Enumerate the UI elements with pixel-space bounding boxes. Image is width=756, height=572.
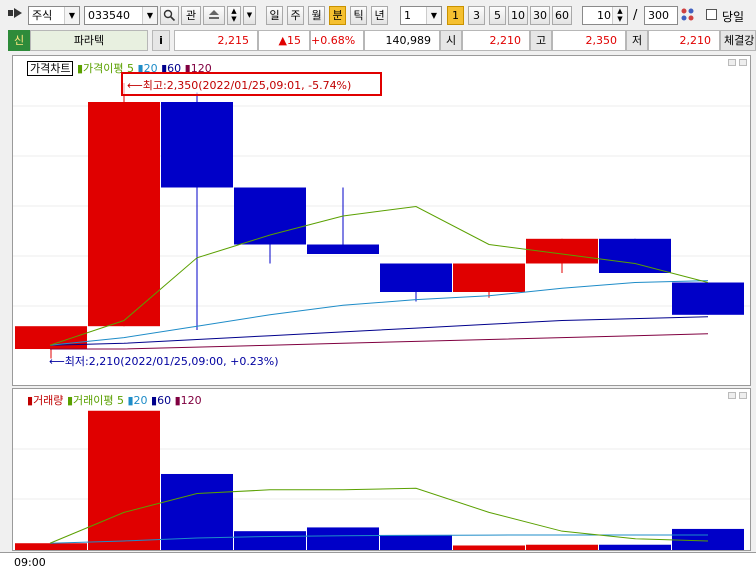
stock-name[interactable]: 파라텍 [30,30,148,51]
open-label: 시 [440,30,462,51]
updown-spinner[interactable]: ▲ ▼ [227,6,241,25]
volume-legend: ▮거래량 ▮거래이평 5 ▮20 ▮60 ▮120 [27,394,202,407]
minute-10-button[interactable]: 10 [508,6,528,25]
info-button[interactable]: i [152,30,170,51]
volume-bar [380,534,452,550]
minute-5-button[interactable]: 5 [489,6,506,25]
high-value: 2,350 [552,30,626,51]
count-input[interactable]: 10 ▲ ▼ [582,6,628,25]
low-annotation-text: 최저:2,210(2022/01/25,09:00, +0.23%) [64,355,279,368]
legend-price-chart[interactable]: 가격차트 [27,61,74,76]
candle-body [599,238,671,273]
low-label: 저 [626,30,648,51]
volume-bar [88,410,160,550]
volume-bar [307,527,379,550]
link-icon[interactable] [8,6,24,20]
volume-bar [672,528,744,550]
volume-chart-panel[interactable]: ▮거래량 ▮거래이평 5 ▮20 ▮60 ▮120 [12,388,751,551]
minimize-icon[interactable] [728,392,736,399]
total-value: 300 [648,9,669,22]
price-chart-panel[interactable]: 가격차트 ▮가격이평 5 ▮20 ▮60 ▮120 ⟵최고:2,350(2022… [12,55,751,386]
legend-vol-ma20[interactable]: 20 [134,394,148,407]
code-value: 033540 [88,9,130,22]
period-tick[interactable]: 틱 [350,6,367,25]
low-annotation: ⟵최저:2,210(2022/01/25,09:00, +0.23%) [49,355,279,368]
chevron-down-icon[interactable]: ▼ [426,7,441,24]
period-minute[interactable]: 분 [329,6,346,25]
volume-bar [234,531,306,550]
open-value: 2,210 [462,30,530,51]
candle-body [380,263,452,292]
volume-bar [453,545,525,550]
close-icon[interactable] [739,392,747,399]
period-week[interactable]: 주 [287,6,304,25]
high-annotation-box: ⟵최고:2,350(2022/01/25,09:01, -5.74%) [121,72,382,96]
settings-grid-icon[interactable] [680,7,696,23]
candle-body [307,244,379,254]
spinner-icon[interactable]: ▲ ▼ [612,7,627,24]
chevron-down-icon[interactable]: ▼ [142,7,157,24]
chevron-down-icon[interactable]: ▼ [243,6,256,25]
strength-label: 체결강 [720,30,756,51]
period-day[interactable]: 일 [266,6,283,25]
high-annotation-text: 최고:2,350(2022/01/25,09:01, -5.74%) [142,79,352,92]
legend-vol-ma120[interactable]: 120 [181,394,202,407]
period-year[interactable]: 년 [371,6,388,25]
current-price: 2,215 [174,30,258,51]
minute-60-button[interactable]: 60 [552,6,572,25]
today-label: 당일 [722,10,745,24]
today-checkbox[interactable] [706,9,717,20]
legend-vol-ma60[interactable]: 60 [157,394,171,407]
minute-3-button[interactable]: 3 [468,6,485,25]
volume-value: 140,989 [364,30,440,51]
market-select[interactable]: 주식 ▼ [28,6,80,25]
code-input[interactable]: 033540 ▼ [84,6,158,25]
watch-button[interactable]: 관 [181,6,201,25]
total-input[interactable]: 300 [644,6,678,25]
search-button[interactable] [160,6,179,25]
change-percent: +0.68% [310,30,364,51]
volume-bar [599,544,671,550]
volume-chart-svg [13,410,750,550]
price-chart-svg [13,83,750,359]
volume-bar [526,544,598,550]
candle-body [672,282,744,315]
interval-select[interactable]: 1 ▼ [400,6,442,25]
interval-value: 1 [404,9,411,22]
chevron-down-icon[interactable]: ▼ [64,7,79,24]
candle-body [161,102,233,188]
minute-1-button[interactable]: 1 [447,6,464,25]
candle-body [88,102,160,327]
count-separator: / [633,8,638,23]
high-annotation: ⟵최고:2,350(2022/01/25,09:01, -5.74%) [127,79,352,92]
credit-badge: 신 [8,30,30,51]
volume-bar [15,543,87,550]
low-value: 2,210 [648,30,720,51]
period-month[interactable]: 월 [308,6,325,25]
eject-button[interactable] [203,6,225,25]
market-label: 주식 [32,9,53,22]
minimize-icon[interactable] [728,59,736,66]
search-icon [163,9,176,22]
legend-vol-ma5[interactable]: 거래이평 5 [73,394,124,407]
candle-body [453,263,525,292]
minute-30-button[interactable]: 30 [530,6,550,25]
time-axis: 09:00 [0,552,756,572]
top-toolbar: 주식 ▼ 033540 ▼ 관 ▲ ▼ ▼ 일 주 월 분 틱 년 1 ▼ 1 3… [0,0,756,30]
time-axis-start: 09:00 [14,556,46,569]
count-value: 10 [597,9,611,22]
quote-bar: 신 파라텍 i 2,215 ▲15 +0.68% 140,989 시 2,210… [0,30,756,51]
legend-volume[interactable]: 거래량 [33,394,63,407]
price-change: ▲15 [258,30,310,51]
high-label: 고 [530,30,552,51]
ma120-line [50,333,709,350]
close-icon[interactable] [739,59,747,66]
candle-body [234,187,306,245]
eject-icon [209,10,219,19]
